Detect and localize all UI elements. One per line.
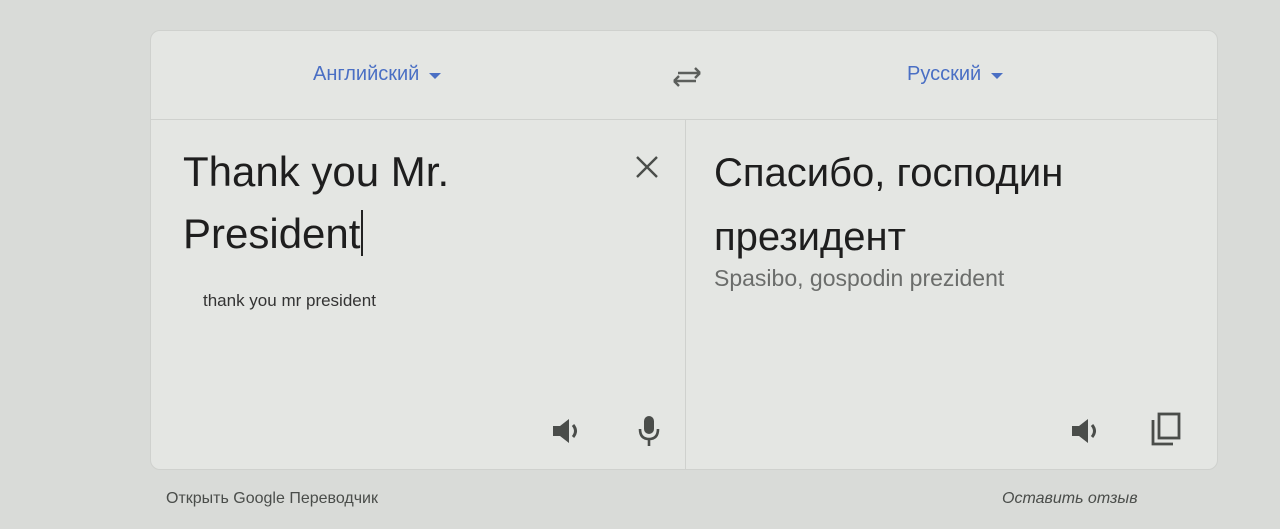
source-transliteration: thank you mr president (203, 291, 376, 310)
speaker-icon (1072, 419, 1096, 443)
send-feedback-link[interactable]: Оставить отзыв (1002, 490, 1138, 508)
language-bar: Английский Русский (151, 31, 1217, 120)
target-language-label: Русский (907, 63, 982, 85)
clear-button[interactable] (627, 147, 667, 187)
target-transliteration: Spasibo, gospodin prezident (714, 265, 1005, 291)
translate-widget: Английский Русский Thank you Mr. Preside… (150, 30, 1218, 470)
speaker-icon (553, 419, 577, 443)
source-language-label: Английский (313, 63, 420, 85)
target-language-selector[interactable]: Русский (907, 63, 1004, 86)
listen-translation-button[interactable] (1066, 411, 1106, 451)
source-text: Thank you Mr. President (183, 148, 450, 257)
close-icon (636, 156, 658, 178)
chevron-down-icon (429, 73, 442, 79)
translated-text: Спасибо, господин президент (714, 151, 1064, 259)
microphone-icon (638, 416, 660, 446)
swap-languages-button[interactable] (667, 57, 707, 97)
copy-translation-button[interactable] (1146, 409, 1186, 449)
voice-input-button[interactable] (629, 411, 669, 451)
swap-languages-icon (673, 67, 701, 87)
copy-icon (1151, 412, 1181, 446)
open-google-translate-link[interactable]: Открыть Google Переводчик (166, 490, 378, 508)
target-panel: Спасибо, господин президент Spasibo, gos… (686, 119, 1218, 469)
listen-source-button[interactable] (547, 411, 587, 451)
source-language-selector[interactable]: Английский (313, 63, 442, 86)
text-cursor (361, 210, 364, 256)
source-text-input[interactable]: Thank you Mr. President (183, 141, 603, 265)
chevron-down-icon (991, 73, 1004, 79)
source-panel: Thank you Mr. President thank you mr pre… (151, 119, 685, 469)
